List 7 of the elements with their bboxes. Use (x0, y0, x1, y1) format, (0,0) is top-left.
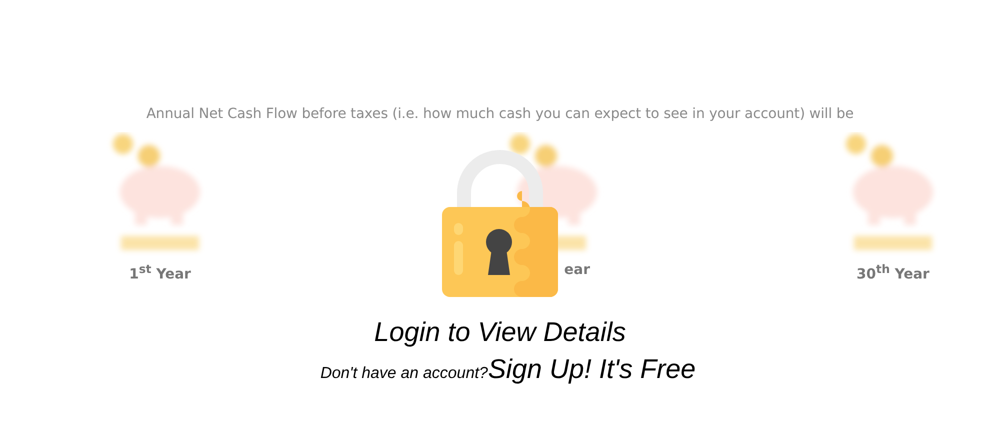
login-heading: Login to View Details (374, 316, 626, 348)
account-prompt: Don't have an account? (320, 364, 488, 383)
sign-up-link[interactable]: Sign Up! It's Free (488, 354, 696, 385)
intro-text: Annual Net Cash Flow before taxes (i.e. how much cash you can expect to see in your account) will be (145, 105, 855, 122)
year-label: 1$^{st}$ Year (129, 262, 191, 283)
year-label: ear (564, 262, 591, 278)
year-label: 30$^{th}$ Year (856, 262, 930, 283)
